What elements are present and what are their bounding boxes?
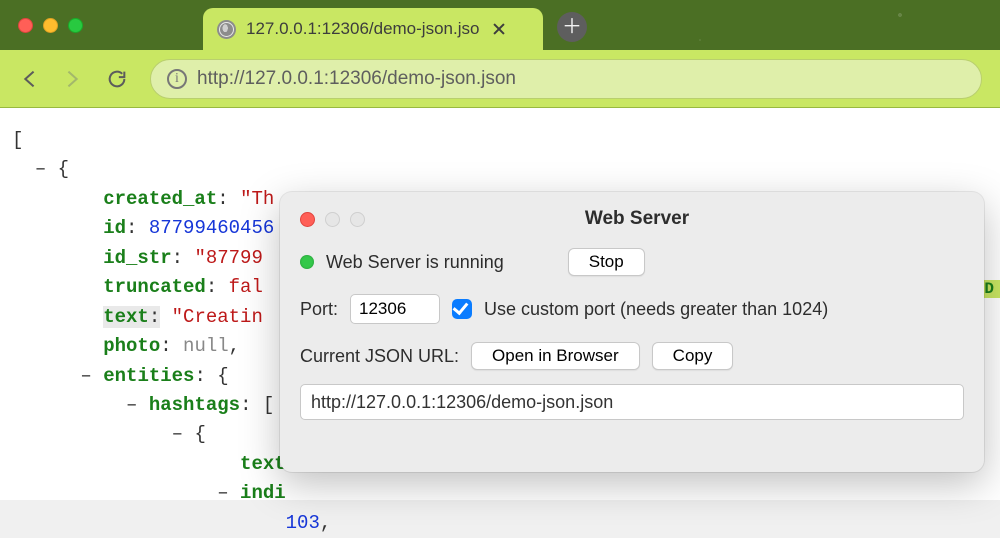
json-key-text: text	[103, 306, 149, 328]
window-close-button[interactable]	[18, 18, 33, 33]
panel-minimize-button[interactable]	[325, 212, 340, 227]
json-val-truncated: fal	[229, 276, 263, 298]
back-button[interactable]	[18, 68, 40, 90]
json-val-103: 103	[286, 512, 320, 534]
json-val-photo: null	[183, 335, 229, 357]
panel-close-button[interactable]	[300, 212, 315, 227]
forward-button[interactable]	[62, 68, 84, 90]
json-key-text2: text	[240, 453, 286, 475]
window-zoom-button[interactable]	[68, 18, 83, 33]
globe-icon	[217, 20, 236, 39]
custom-port-label: Use custom port (needs greater than 1024…	[484, 299, 828, 320]
window-minimize-button[interactable]	[43, 18, 58, 33]
browser-titlebar: 127.0.0.1:12306/demo-json.jso ＋	[0, 0, 1000, 50]
panel-traffic-lights	[300, 212, 365, 227]
collapse-toggle[interactable]: –	[35, 158, 46, 180]
json-key-hashtags: hashtags	[149, 394, 240, 416]
json-key-truncated: truncated	[103, 276, 206, 298]
collapse-toggle[interactable]: –	[80, 365, 91, 387]
url-value: http://127.0.0.1:12306/demo-json.json	[311, 392, 613, 413]
address-url: http://127.0.0.1:12306/demo-json.json	[197, 68, 516, 90]
json-key-id-str: id_str	[103, 247, 171, 269]
json-key-photo: photo	[103, 335, 160, 357]
custom-port-checkbox[interactable]	[452, 299, 472, 319]
json-key-created-at: created_at	[103, 188, 217, 210]
panel-zoom-button[interactable]	[350, 212, 365, 227]
status-indicator-icon	[300, 255, 314, 269]
tab-close-button[interactable]	[493, 23, 505, 35]
web-server-panel: Web Server Web Server is running Stop Po…	[280, 192, 984, 472]
json-val-text: "Creatin	[172, 306, 263, 328]
address-bar[interactable]: i http://127.0.0.1:12306/demo-json.json	[150, 59, 982, 99]
tab-title: 127.0.0.1:12306/demo-json.jso	[246, 19, 479, 39]
json-key-entities: entities	[103, 365, 194, 387]
json-val-id: 87799460456	[149, 217, 274, 239]
json-val-id-str: "87799	[194, 247, 262, 269]
current-url-label: Current JSON URL:	[300, 346, 459, 367]
panel-title: Web Server	[365, 208, 909, 230]
site-info-icon[interactable]: i	[167, 69, 187, 89]
window-traffic-lights	[18, 18, 83, 33]
browser-tab[interactable]: 127.0.0.1:12306/demo-json.jso	[203, 8, 543, 50]
status-text: Web Server is running	[326, 252, 504, 273]
collapse-toggle[interactable]: –	[217, 482, 228, 504]
port-label: Port:	[300, 299, 338, 320]
port-input[interactable]	[350, 294, 440, 324]
browser-navbar: i http://127.0.0.1:12306/demo-json.json	[0, 50, 1000, 108]
new-tab-button[interactable]: ＋	[557, 12, 587, 42]
json-key-indices: indi	[240, 482, 286, 504]
reload-button[interactable]	[106, 68, 128, 90]
url-field[interactable]: http://127.0.0.1:12306/demo-json.json	[300, 384, 964, 420]
collapse-toggle[interactable]: –	[172, 423, 183, 445]
stop-button[interactable]: Stop	[568, 248, 645, 276]
json-val-created-at: "Th	[240, 188, 274, 210]
json-key-id: id	[103, 217, 126, 239]
collapse-toggle[interactable]: –	[126, 394, 137, 416]
copy-button[interactable]: Copy	[652, 342, 734, 370]
open-in-browser-button[interactable]: Open in Browser	[471, 342, 640, 370]
